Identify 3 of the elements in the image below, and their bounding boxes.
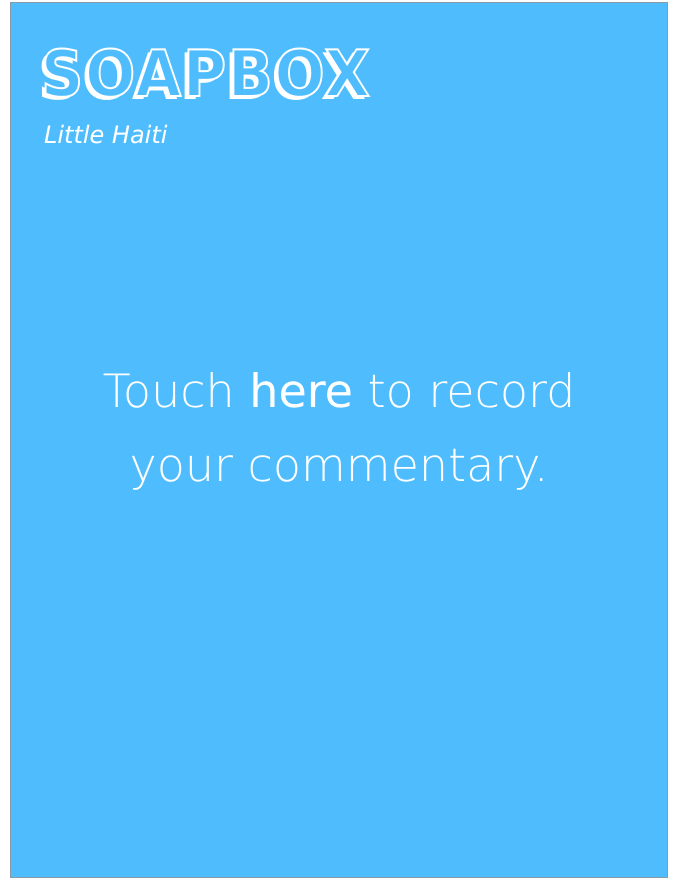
app-logo: SOAPBOX (41, 39, 372, 111)
location-label: Little Haiti (44, 121, 168, 149)
record-prompt[interactable]: Touch here to record your commentary. (59, 354, 619, 502)
